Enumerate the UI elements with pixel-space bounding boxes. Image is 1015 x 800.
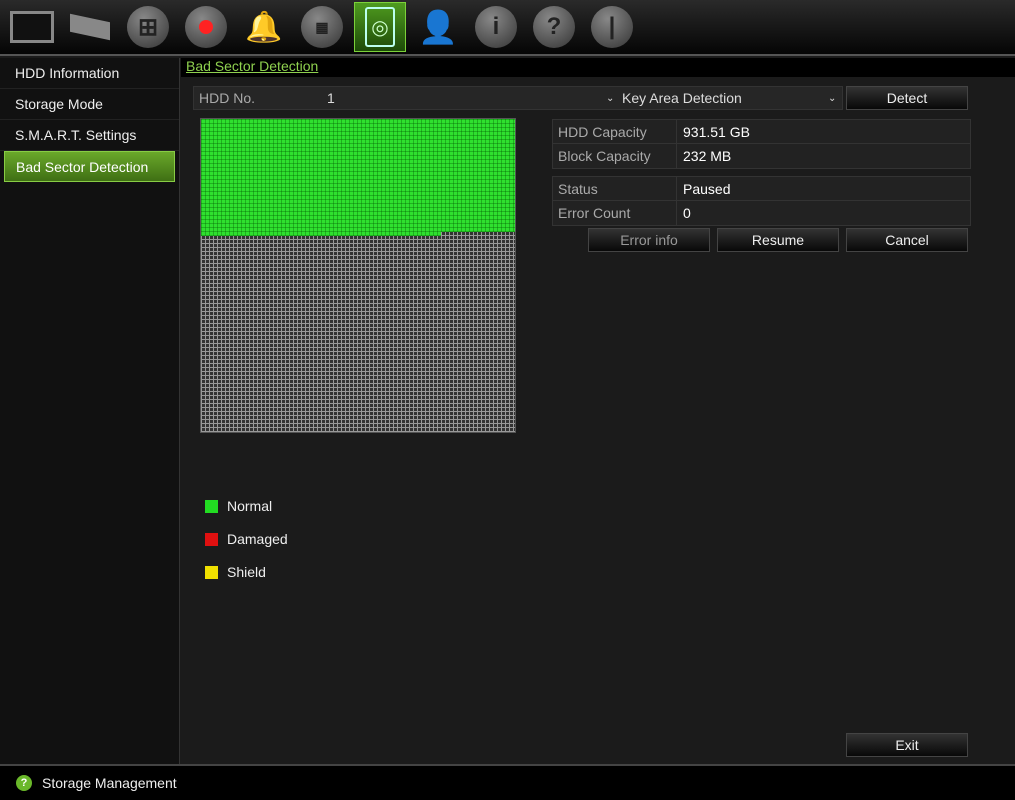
- hdd-capacity-label: HDD Capacity: [553, 120, 677, 143]
- power-icon[interactable]: |: [586, 2, 638, 52]
- error-count-value: 0: [683, 205, 691, 221]
- normal-swatch: [205, 499, 218, 513]
- cancel-button[interactable]: Cancel: [846, 228, 968, 252]
- chevron-down-icon: ⌄: [828, 92, 837, 104]
- record-icon[interactable]: [180, 2, 232, 52]
- hdd-label: HDD No.: [199, 90, 256, 106]
- legend-shield: Shield: [205, 564, 266, 580]
- info-icon[interactable]: i: [470, 2, 522, 52]
- chevron-down-icon: ⌄: [606, 92, 615, 104]
- legend-label: Damaged: [227, 531, 288, 547]
- block-capacity-label: Block Capacity: [553, 144, 677, 168]
- detect-button[interactable]: Detect: [846, 86, 968, 110]
- sidebar-item-smart-settings[interactable]: S.M.A.R.T. Settings: [0, 120, 179, 151]
- hdd-icon[interactable]: ◎: [354, 2, 406, 52]
- user-icon[interactable]: 👤: [412, 2, 464, 52]
- shield-swatch: [205, 565, 218, 579]
- camera-icon[interactable]: [64, 2, 116, 52]
- normal-blocks: [201, 119, 515, 232]
- error-count-label: Error Count: [553, 201, 677, 225]
- exit-button[interactable]: Exit: [846, 733, 968, 757]
- sidebar-item-storage-mode[interactable]: Storage Mode: [0, 89, 179, 120]
- help-icon: ?: [16, 775, 32, 791]
- legend-normal: Normal: [205, 498, 272, 514]
- status-bar: ? Storage Management: [0, 764, 1015, 800]
- damaged-swatch: [205, 532, 218, 546]
- legend-label: Shield: [227, 564, 266, 580]
- main-panel: Bad Sector Detection HDD No. 1 ⌄ Key Are…: [181, 58, 1015, 764]
- footer-text: Storage Management: [42, 775, 177, 791]
- legend-label: Normal: [227, 498, 273, 514]
- hdd-capacity-value: 931.51 GB: [683, 124, 750, 140]
- page-title: Bad Sector Detection: [186, 58, 319, 74]
- top-toolbar: ⊞ 🔔 ▦ ◎ 👤 i ? |: [0, 0, 1015, 56]
- error-info-button[interactable]: Error info: [588, 228, 710, 252]
- capacity-table: HDD Capacity 931.51 GB Block Capacity 232 …: [552, 119, 971, 169]
- mode-value[interactable]: Key Area Detection: [618, 90, 828, 106]
- hdd-value: 1: [327, 90, 335, 106]
- hdd-select[interactable]: HDD No. 1 ⌄ Key Area Detection ⌄: [193, 86, 843, 110]
- block-capacity-value: 232 MB: [683, 148, 732, 164]
- sector-map: [200, 118, 516, 433]
- resume-button[interactable]: Resume: [717, 228, 839, 252]
- alarm-icon[interactable]: 🔔: [238, 2, 290, 52]
- sidebar-item-hdd-information[interactable]: HDD Information: [0, 58, 179, 89]
- normal-blocks-partial: [201, 232, 441, 236]
- device-icon[interactable]: ▦: [296, 2, 348, 52]
- status-table: Status Paused Error Count 0: [552, 176, 971, 226]
- status-value: Paused: [683, 181, 731, 197]
- monitor-icon[interactable]: [6, 2, 58, 52]
- sidebar-item-bad-sector-detection[interactable]: Bad Sector Detection: [4, 151, 175, 182]
- sidebar: HDD Information Storage Mode S.M.A.R.T. …: [0, 58, 180, 764]
- help-icon[interactable]: ?: [528, 2, 580, 52]
- status-label: Status: [553, 177, 677, 200]
- network-icon[interactable]: ⊞: [122, 2, 174, 52]
- legend-damaged: Damaged: [205, 531, 288, 547]
